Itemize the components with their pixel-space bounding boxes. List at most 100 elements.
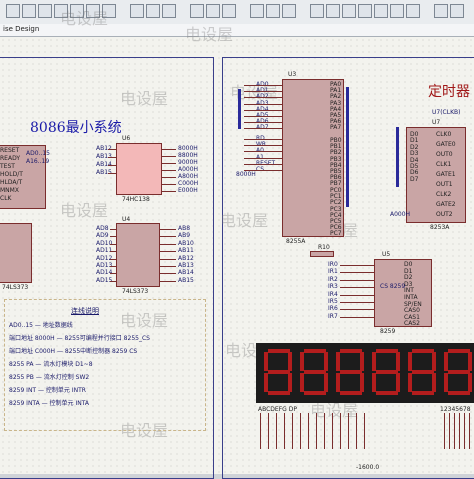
u6-output-label-wire (162, 177, 176, 178)
u7-pin-label: OUT1 (436, 181, 453, 188)
u7-pin-label: CLK0 (436, 131, 452, 138)
u6-output-label: 8800H (178, 152, 198, 159)
seven-segment-digit (372, 349, 402, 395)
notes-heading: 连线说明 (71, 307, 99, 315)
mirror-icon[interactable] (222, 4, 236, 18)
display-pin-wire (300, 413, 301, 449)
u6-output-label-wire (162, 191, 176, 192)
rotate-cw-icon[interactable] (190, 4, 204, 18)
display-pin-wire (348, 413, 349, 449)
u6-input-label-wire (108, 149, 116, 150)
select-tool-icon[interactable] (6, 4, 20, 18)
u5-ir-label-wire (340, 265, 374, 266)
u4-output-label-wire (160, 236, 176, 238)
u4-latch-chip[interactable] (116, 223, 160, 287)
seven-segment-digit (336, 349, 366, 395)
rotate-ccw-icon[interactable] (206, 4, 220, 18)
notes-line: 端口地址 C000H — 8255中断控制器 8259 CS (9, 348, 138, 355)
u6-input-label-wire (108, 173, 116, 174)
terminal-tool-icon[interactable] (130, 4, 144, 18)
latch-left-chip[interactable] (0, 223, 32, 283)
u3-data-label-wire (244, 109, 282, 111)
u4-input-label-wire (110, 236, 116, 238)
display-pin-wire (449, 413, 450, 449)
u6-output-label-wire (162, 156, 176, 157)
u4-output-label: AB11 (178, 247, 194, 255)
coordinate-readout: -1600.0 (356, 464, 380, 471)
system-title: 8086最小系统 (30, 120, 122, 136)
seven-segment-digit (300, 349, 330, 395)
display-pin-wire (444, 413, 445, 449)
cpu-pin-label: HOLD/T (0, 171, 23, 178)
seven-segment-digit (408, 349, 438, 395)
u5-ir-label-wire (340, 272, 374, 274)
tab-label: ise Design (3, 25, 40, 33)
u4-output-label: AB9 (178, 232, 191, 240)
line-tool-icon[interactable] (310, 4, 324, 18)
seven-segment-digit (444, 349, 474, 395)
box-tool-icon[interactable] (326, 4, 340, 18)
display-pin-wire (364, 413, 365, 449)
zoom-in-icon[interactable] (250, 4, 264, 18)
stop-icon[interactable] (450, 4, 464, 18)
circle-tool-icon[interactable] (342, 4, 356, 18)
u7-data-bus (396, 127, 399, 187)
cpu-pin-label: HLDA/T (0, 179, 23, 186)
u6-decoder-chip[interactable] (116, 143, 162, 195)
u5-ir-label: IR1 (328, 268, 338, 276)
u3-data-label-wire (244, 103, 282, 105)
u6-ref: U6 (122, 135, 131, 142)
u7-pin-label: OUT2 (436, 211, 453, 218)
u4-output-label-wire (160, 229, 176, 230)
seven-segment-display[interactable] (256, 343, 474, 403)
u6-input-label-wire (108, 165, 116, 166)
arc-tool-icon[interactable] (358, 4, 372, 18)
u7-part: 8253A (430, 224, 450, 231)
graph-tool-icon[interactable] (162, 4, 176, 18)
display-pin-wire (454, 413, 455, 449)
u4-input-label-wire (110, 258, 116, 260)
junction-tool-icon[interactable] (38, 4, 52, 18)
u6-output-label-wire (162, 170, 176, 171)
display-pin-wire (268, 413, 269, 449)
display-pin-wire (464, 413, 465, 449)
u4-input-label: AD8 (96, 225, 109, 232)
u6-output-label: A000H (178, 166, 199, 173)
symbol-tool-icon[interactable] (390, 4, 404, 18)
u5-ir-label-wire (340, 309, 374, 311)
u4-output-label-wire (160, 280, 176, 282)
u6-output-label: C000H (178, 180, 199, 187)
u3-data-bus (238, 89, 241, 129)
u7-cs-net: A000H (390, 211, 411, 218)
display-pin-wire (308, 413, 309, 449)
schematic-canvas[interactable]: 电设屋 电设屋 电设屋 电设屋 电设屋 电设屋 电设屋 电设屋 电设屋 电设屋 … (0, 9, 474, 479)
component-tool-icon[interactable] (22, 4, 36, 18)
u7-pin-label: CLK1 (436, 161, 452, 168)
u4-output-label-wire (160, 251, 176, 253)
u5-ir-label: IR0 (328, 261, 338, 268)
notes-line: 8255 PA — 流水灯模块 D1~8 (9, 361, 93, 368)
u4-output-label-wire (160, 258, 176, 260)
u4-input-label: AD9 (96, 232, 109, 240)
u5-part: 8259 (380, 328, 396, 335)
zoom-fit-icon[interactable] (282, 4, 296, 18)
notes-line: 8259 INT — 控制单元 INTR (9, 387, 86, 394)
u5-ir-label-wire (340, 316, 374, 318)
r10-resistor[interactable] (310, 251, 334, 257)
play-icon[interactable] (434, 4, 448, 18)
u5-ir-label: IR4 (328, 290, 338, 298)
display-segment-label: ABCDEFG DP (258, 406, 297, 413)
u5-cs-net: CS 8259 (380, 283, 406, 290)
pin-tool-icon[interactable] (146, 4, 160, 18)
u7-clk-label: U7(CLKB) (432, 109, 461, 116)
u3-pa-label: PA7 (330, 124, 342, 132)
watermark: 电设屋 (60, 201, 109, 220)
zoom-out-icon[interactable] (266, 4, 280, 18)
text-tool-icon[interactable] (374, 4, 388, 18)
marker-tool-icon[interactable] (406, 4, 420, 18)
u3-ctrl-label-wire (244, 151, 282, 153)
notes-line: 8255 PB — 流水灯控制 SW2 (9, 374, 90, 381)
u5-ir-label-wire (340, 302, 374, 303)
u5-8259-chip[interactable] (374, 259, 432, 327)
u4-output-label: AB14 (178, 269, 194, 277)
